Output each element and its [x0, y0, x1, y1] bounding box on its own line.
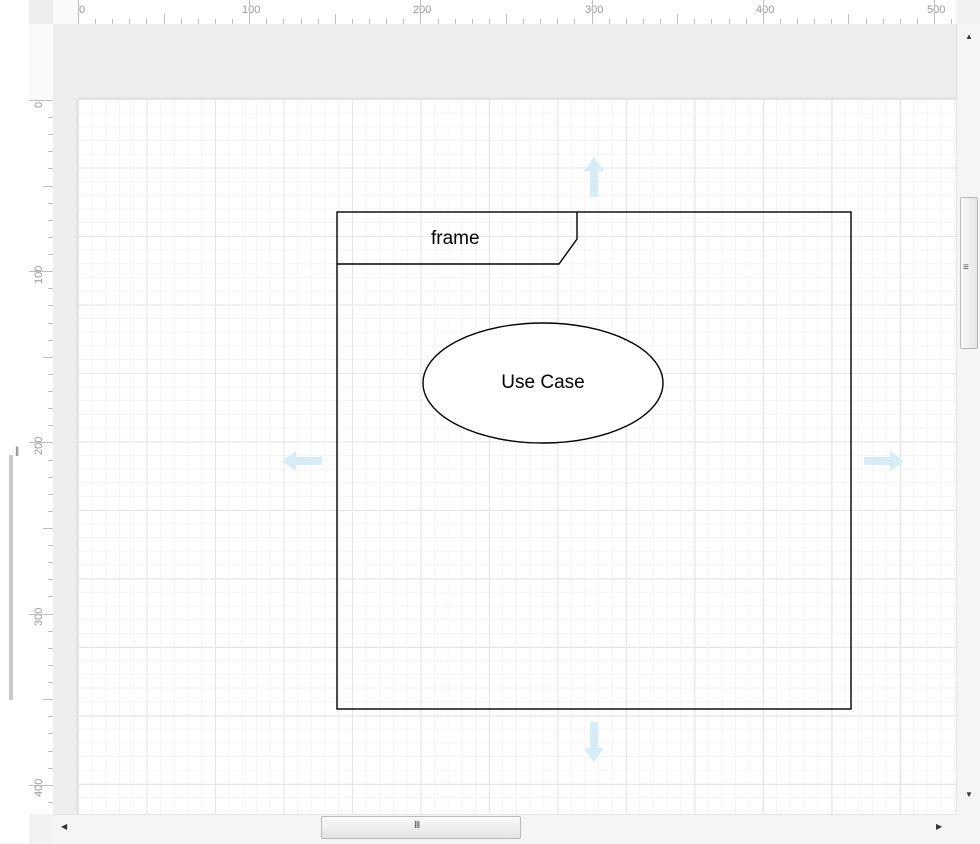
ruler-tick — [29, 271, 53, 273]
use-case-label: Use Case — [501, 372, 584, 393]
vertical-scroll-thumb[interactable] — [960, 197, 978, 349]
ruler-tick — [249, 0, 251, 24]
ruler-label: 300 — [585, 4, 604, 16]
ruler-label: 0 — [33, 101, 45, 108]
diagram-svg: frame Use Case — [282, 157, 904, 762]
ruler-tick — [334, 14, 336, 24]
ruler-tick — [29, 613, 53, 615]
ruler-tick — [420, 0, 422, 24]
ruler-tick — [29, 100, 53, 101]
ruler-label: 100 — [33, 265, 45, 284]
vertical-scrollbar[interactable]: ▲ ≡ ▼ — [956, 24, 980, 814]
ruler-page-zone — [29, 100, 53, 814]
left-panel-collapse-handle[interactable]: || — [9, 0, 29, 843]
ruler-label: 400 — [756, 4, 775, 16]
scrollbar-corner — [956, 814, 980, 843]
connect-arrow-down-icon[interactable] — [584, 722, 604, 762]
connect-arrow-up-icon[interactable] — [584, 157, 604, 197]
ruler-tick — [78, 0, 79, 24]
left-panel-splitter[interactable] — [9, 455, 13, 700]
ruler-tick — [43, 356, 53, 358]
ruler-tick — [762, 0, 764, 24]
ruler-label: 300 — [33, 607, 45, 626]
ruler-tick — [506, 14, 507, 24]
ruler-label: 500 — [927, 4, 946, 16]
ruler-tick — [163, 14, 165, 24]
ruler-corner — [29, 0, 53, 24]
scroll-down-icon[interactable]: ▼ — [965, 790, 973, 799]
ruler-label: 200 — [33, 436, 45, 455]
connect-arrow-left-icon[interactable] — [282, 451, 322, 471]
ruler-tick — [591, 0, 593, 24]
ruler-label: 200 — [413, 4, 432, 16]
ruler-label: 400 — [33, 778, 45, 797]
ruler-page-zone — [78, 0, 956, 24]
ruler-label: 100 — [242, 4, 261, 16]
horizontal-scrollbar[interactable]: ◀ III ▶ — [53, 814, 956, 844]
ruler-tick — [43, 185, 53, 187]
frame-label: frame — [431, 228, 480, 249]
ruler-tick — [29, 442, 53, 444]
diagram-page[interactable]: frame Use Case — [78, 99, 956, 814]
scroll-left-icon[interactable]: ◀ — [61, 822, 67, 831]
ruler-tick — [677, 14, 679, 24]
frame-shape[interactable]: frame — [336, 211, 852, 710]
scroll-grip-icon: ≡ — [963, 262, 969, 273]
ruler-tick — [43, 699, 53, 701]
scroll-right-icon[interactable]: ▶ — [936, 822, 942, 831]
ruler-tick — [934, 0, 935, 24]
use-case-shape[interactable]: Use Case — [422, 322, 664, 444]
horizontal-scroll-thumb[interactable] — [321, 816, 521, 839]
scroll-grip-icon: III — [414, 820, 420, 831]
ruler-tick — [848, 14, 850, 24]
ruler-label: 0 — [79, 4, 86, 16]
vertical-ruler: 0 100 200 300 400 — [29, 24, 54, 814]
ruler-tick — [43, 528, 53, 529]
canvas-area[interactable]: frame Use Case — [53, 24, 956, 814]
connect-arrow-right-icon[interactable] — [864, 451, 904, 471]
splitter-grip-icon: || — [15, 446, 19, 457]
ruler-tick — [29, 784, 53, 786]
scroll-up-icon[interactable]: ▲ — [965, 32, 973, 41]
horizontal-ruler: 0 100 200 300 400 500 — [53, 0, 956, 25]
